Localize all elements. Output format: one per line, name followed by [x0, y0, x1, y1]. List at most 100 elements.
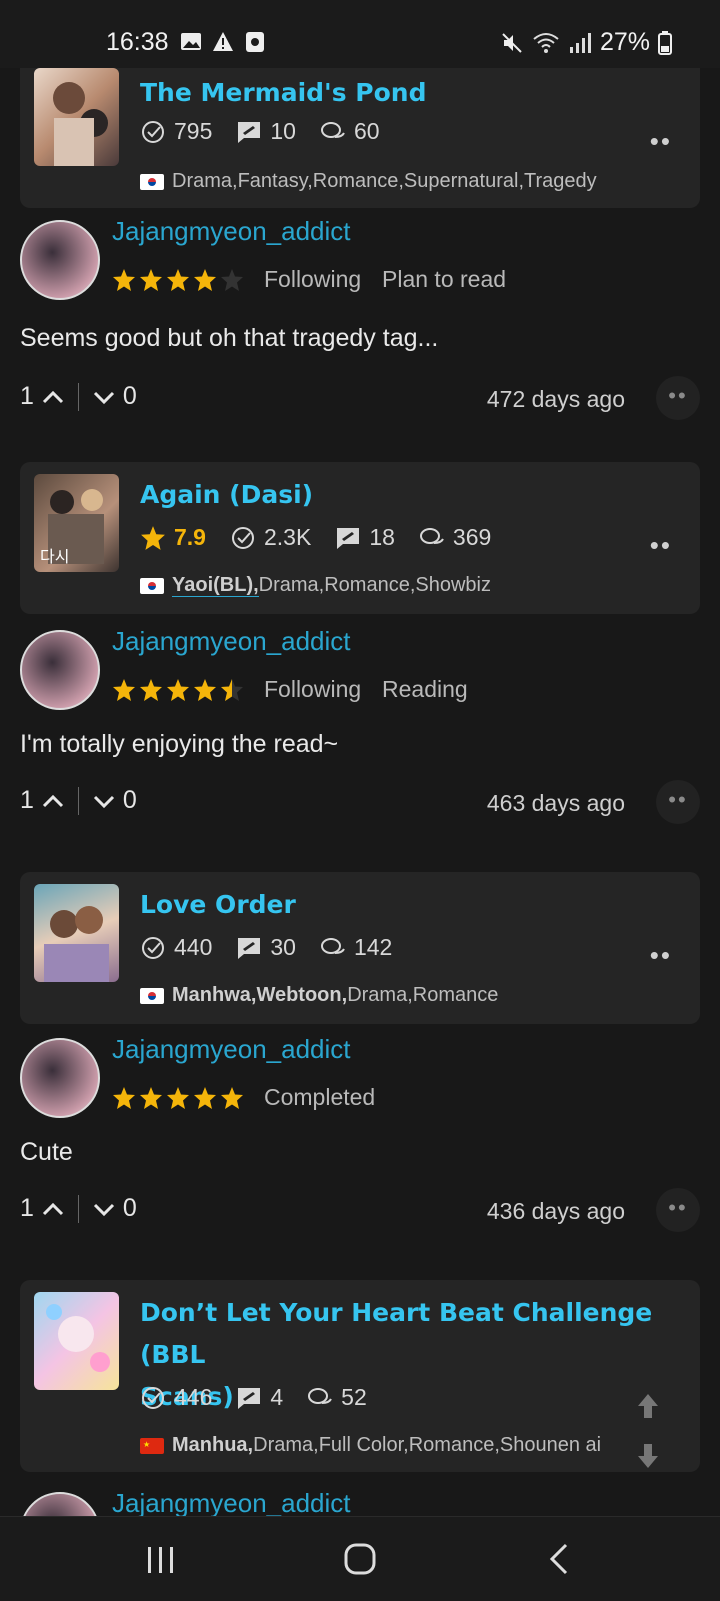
- manga-stats: 440 30 142: [140, 934, 406, 961]
- home-icon[interactable]: [330, 1537, 390, 1581]
- genre-tags: ★ Manhua,Drama,Full Color,Romance,Shoune…: [140, 1434, 601, 1457]
- chevron-down-icon[interactable]: [91, 788, 117, 814]
- manga-title[interactable]: Love Order: [140, 884, 296, 926]
- username[interactable]: Jajangmyeon_addict: [112, 626, 351, 657]
- feed[interactable]: The Mermaid's Pond 795 10 60 Drama,Fanta…: [0, 68, 720, 1516]
- scroll-down-icon[interactable]: [628, 1436, 668, 1476]
- battery-percent: 27%: [599, 28, 650, 56]
- comment-options-button[interactable]: ••: [656, 376, 700, 420]
- upvote-count: 1: [20, 1194, 34, 1222]
- reading-status: Plan to read: [382, 266, 507, 292]
- avatar[interactable]: [20, 630, 100, 710]
- back-icon[interactable]: [530, 1537, 590, 1581]
- avatar[interactable]: [20, 1492, 100, 1516]
- more-options-button[interactable]: ••: [650, 940, 672, 971]
- mute-icon: [502, 32, 522, 53]
- recent-apps-icon[interactable]: [130, 1537, 190, 1581]
- manga-card[interactable]: Love Order 440 30 142 Manhwa,Webtoon,Dra…: [20, 872, 700, 1024]
- chevron-down-icon[interactable]: [91, 384, 117, 410]
- reading-status: Reading: [382, 676, 468, 702]
- comments-icon: [308, 1387, 333, 1404]
- notification-icons: [180, 31, 266, 53]
- manga-card[interactable]: Don’t Let Your Heart Beat Challenge (BBL…: [20, 1280, 700, 1472]
- star-icon: [140, 679, 162, 701]
- check-plus-icon: [231, 526, 254, 549]
- chevron-down-icon[interactable]: [91, 1196, 117, 1222]
- review-icon: [238, 121, 261, 143]
- comments-icon: [419, 527, 444, 544]
- manga-title-line1[interactable]: Don’t Let Your Heart Beat Challenge (BBL: [140, 1298, 652, 1369]
- cover-image[interactable]: [34, 1292, 119, 1390]
- review-icon: [238, 937, 261, 959]
- tags-bold[interactable]: Manhua,: [172, 1434, 253, 1456]
- more-options-button[interactable]: ••: [650, 530, 672, 561]
- comment-text: I'm totally enjoying the read~: [20, 730, 339, 758]
- review-user: Jajangmyeon_addict: [20, 1488, 700, 1516]
- manga-rating: 7.9: [174, 524, 206, 550]
- cover-image[interactable]: [34, 884, 119, 982]
- gallery-icon: [181, 33, 201, 50]
- cover-image[interactable]: 다시: [34, 474, 119, 572]
- follow-status: Following: [264, 266, 362, 292]
- star-icon: [167, 1087, 189, 1109]
- comments-icon: [320, 121, 345, 138]
- manga-title[interactable]: The Mermaid's Pond: [140, 72, 427, 114]
- read-count: 795: [174, 118, 213, 144]
- avatar[interactable]: [20, 1038, 100, 1118]
- cover-image[interactable]: [34, 68, 119, 166]
- system-nav-bar: [0, 1516, 720, 1601]
- chevron-up-icon[interactable]: [40, 788, 66, 814]
- manga-card[interactable]: 다시 Again (Dasi) 7.9 2.3K 18 369 Yaoi(BL)…: [20, 462, 700, 614]
- comment-age: 472 days ago: [486, 386, 625, 412]
- username[interactable]: Jajangmyeon_addict: [112, 216, 351, 247]
- tags-text: Drama,Romance: [347, 984, 499, 1006]
- tags-bold[interactable]: Manhwa,Webtoon,: [172, 984, 347, 1006]
- read-count: 446: [174, 1384, 213, 1410]
- wifi-icon: [533, 32, 559, 53]
- comment-options-button[interactable]: ••: [656, 1188, 700, 1232]
- chevron-up-icon[interactable]: [40, 1196, 66, 1222]
- star-icon: [194, 679, 216, 701]
- username[interactable]: Jajangmyeon_addict: [112, 1034, 351, 1065]
- status-right: 27%: [500, 28, 672, 57]
- star-icon: [140, 1087, 162, 1109]
- status-time: 16:38: [106, 28, 169, 56]
- manga-stats: 446 4 52: [140, 1384, 381, 1411]
- comment-options-button[interactable]: ••: [656, 780, 700, 824]
- manga-title[interactable]: Again (Dasi): [140, 474, 313, 516]
- review-count: 18: [369, 524, 395, 550]
- tags-text: Drama,Fantasy,Romance,Supernatural,Trage…: [172, 170, 597, 192]
- tags-text: Drama,Romance,Showbiz: [258, 574, 491, 596]
- tags-bold[interactable]: Yaoi(BL),: [172, 574, 259, 597]
- manga-card[interactable]: The Mermaid's Pond 795 10 60 Drama,Fanta…: [20, 68, 700, 208]
- tags-text: Drama,Full Color,Romance,Shounen ai: [253, 1434, 602, 1456]
- comments-icon: [320, 937, 345, 954]
- scroll-top-icon[interactable]: [628, 1386, 668, 1426]
- star-empty-icon: [221, 269, 243, 291]
- star-icon: [167, 269, 189, 291]
- star-icon: [141, 525, 165, 550]
- follow-status: Following: [264, 676, 362, 702]
- star-icon: [221, 1087, 243, 1109]
- star-rating: [112, 268, 244, 292]
- svg-text:다시: 다시: [40, 547, 69, 566]
- comment-age: 463 days ago: [486, 790, 625, 816]
- username[interactable]: Jajangmyeon_addict: [112, 1488, 351, 1516]
- review-count: 30: [270, 934, 296, 960]
- genre-tags: Manhwa,Webtoon,Drama,Romance: [140, 984, 498, 1007]
- comment-count: 60: [353, 118, 380, 144]
- avatar[interactable]: [20, 220, 100, 300]
- read-count: 440: [174, 934, 213, 960]
- genre-tags: Drama,Fantasy,Romance,Supernatural,Trage…: [140, 170, 597, 193]
- read-count: 2.3K: [263, 524, 312, 550]
- south-korea-flag: [140, 987, 164, 1004]
- review-count: 10: [270, 118, 296, 144]
- review-icon: [238, 1387, 261, 1409]
- more-options-button[interactable]: ••: [650, 126, 672, 157]
- comment-count: 369: [452, 524, 492, 550]
- chevron-up-icon[interactable]: [40, 384, 66, 410]
- signal-icon: [569, 32, 591, 53]
- vote-bar: 1 0: [20, 382, 137, 411]
- star-rating: [112, 678, 244, 702]
- status-bar: 16:38 27%: [0, 0, 720, 68]
